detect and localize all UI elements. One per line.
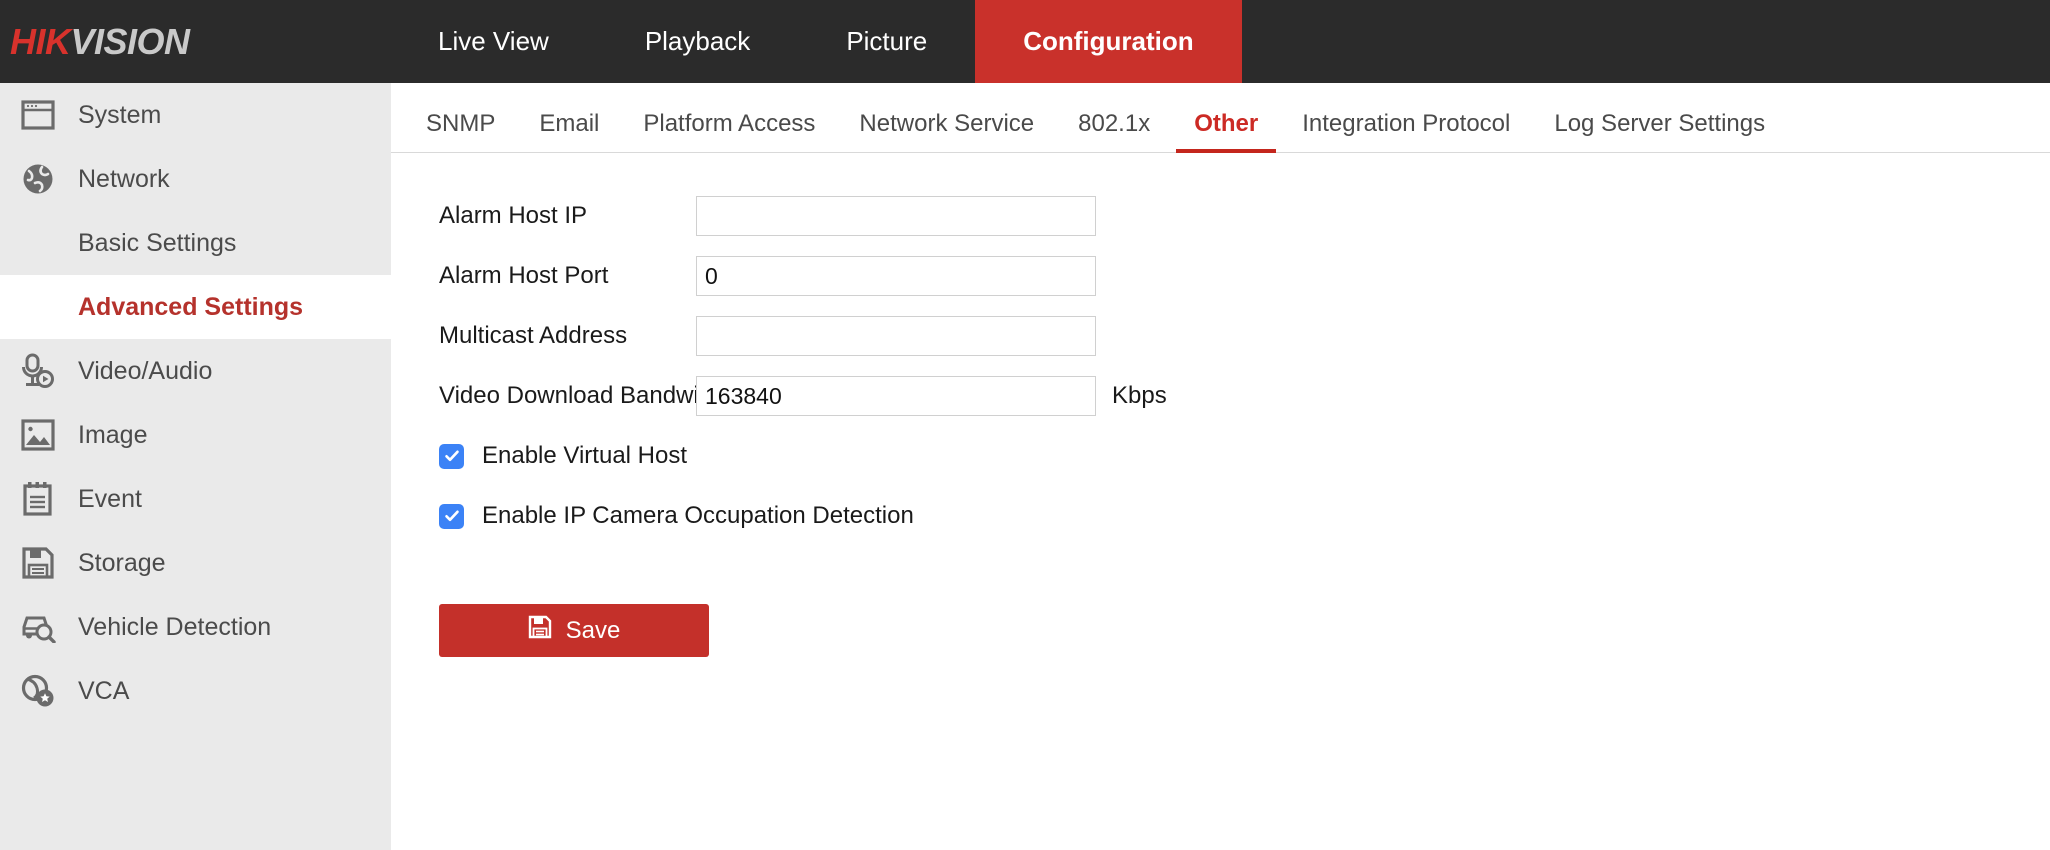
sidebar-item-network[interactable]: Network	[0, 147, 391, 211]
top-bar: HIKVISION Live View Playback Picture Con…	[0, 0, 2050, 83]
vca-icon	[16, 669, 60, 713]
alarm-host-ip-input[interactable]	[696, 196, 1096, 236]
checkbox-row-enable-ip-camera-occupation-detection: Enable IP Camera Occupation Detection	[391, 486, 2050, 546]
globe-icon	[16, 157, 60, 201]
topnav-item-configuration[interactable]: Configuration	[975, 0, 1241, 83]
sidebar: System Network Basic Settings Advanced S…	[0, 83, 391, 850]
sidebar-item-basic-settings[interactable]: Basic Settings	[0, 211, 391, 275]
sidebar-item-event[interactable]: Event	[0, 467, 391, 531]
vehicle-search-icon	[16, 605, 60, 649]
microphone-play-icon	[16, 349, 60, 393]
logo-vision-text: VISION	[71, 21, 190, 62]
floppy-disk-icon	[528, 615, 552, 646]
label-enable-ip-camera-occupation-detection: Enable IP Camera Occupation Detection	[482, 502, 914, 530]
sidebar-item-image[interactable]: Image	[0, 403, 391, 467]
tab-platform-access[interactable]: Platform Access	[621, 96, 837, 152]
sidebar-item-label-video-audio: Video/Audio	[78, 357, 212, 386]
sidebar-item-label-basic-settings: Basic Settings	[78, 229, 236, 258]
topnav-item-playback[interactable]: Playback	[597, 0, 799, 83]
tab-network-service[interactable]: Network Service	[837, 96, 1056, 152]
sidebar-item-label-network: Network	[78, 165, 170, 194]
picture-icon	[16, 413, 60, 457]
form-row-alarm-host-port: Alarm Host Port	[391, 246, 2050, 306]
main-content: SNMP Email Platform Access Network Servi…	[391, 83, 2050, 850]
video-download-bandwidth-input[interactable]	[696, 376, 1096, 416]
notepad-icon	[16, 477, 60, 521]
tab-other[interactable]: Other	[1172, 96, 1280, 152]
checkmark-icon	[443, 447, 461, 465]
checkbox-row-enable-virtual-host: Enable Virtual Host	[391, 426, 2050, 486]
sidebar-item-label-storage: Storage	[78, 549, 166, 578]
sidebar-item-label-vca: VCA	[78, 677, 129, 706]
form-row-alarm-host-ip: Alarm Host IP	[391, 186, 2050, 246]
topnav-item-live-view[interactable]: Live View	[390, 0, 597, 83]
topnav-item-picture[interactable]: Picture	[798, 0, 975, 83]
sidebar-item-label-event: Event	[78, 485, 142, 514]
enable-virtual-host-checkbox[interactable]	[439, 444, 464, 469]
sidebar-item-system[interactable]: System	[0, 83, 391, 147]
label-multicast-address: Multicast Address	[391, 322, 696, 350]
label-enable-virtual-host: Enable Virtual Host	[482, 442, 687, 470]
floppy-disk-icon	[16, 541, 60, 585]
form-row-multicast-address: Multicast Address	[391, 306, 2050, 366]
tab-bar: SNMP Email Platform Access Network Servi…	[391, 83, 2050, 153]
other-settings-form: Alarm Host IP Alarm Host Port Multicast …	[391, 153, 2050, 657]
multicast-address-input[interactable]	[696, 316, 1096, 356]
logo-hik-text: HIK	[10, 21, 71, 62]
sidebar-item-label-image: Image	[78, 421, 147, 450]
tab-log-server-settings[interactable]: Log Server Settings	[1532, 96, 1787, 152]
tab-snmp[interactable]: SNMP	[404, 96, 517, 152]
top-navigation: Live View Playback Picture Configuration	[390, 0, 1242, 83]
sidebar-item-label-advanced-settings: Advanced Settings	[78, 293, 303, 322]
sidebar-item-video-audio[interactable]: Video/Audio	[0, 339, 391, 403]
enable-ip-camera-occupation-detection-checkbox[interactable]	[439, 504, 464, 529]
alarm-host-port-input[interactable]	[696, 256, 1096, 296]
save-button-container: Save	[391, 546, 2050, 657]
save-button[interactable]: Save	[439, 604, 709, 657]
tab-integration-protocol[interactable]: Integration Protocol	[1280, 96, 1532, 152]
sidebar-item-storage[interactable]: Storage	[0, 531, 391, 595]
save-button-label: Save	[566, 617, 621, 645]
form-row-video-download-bandwidth: Video Download Bandwidth Kbps	[391, 366, 2050, 426]
label-alarm-host-port: Alarm Host Port	[391, 262, 696, 290]
sidebar-item-label-vehicle-detection: Vehicle Detection	[78, 613, 271, 642]
checkmark-icon	[443, 507, 461, 525]
label-video-download-bandwidth: Video Download Bandwidth	[391, 382, 696, 410]
hikvision-logo: HIKVISION	[0, 0, 390, 83]
tab-email[interactable]: Email	[517, 96, 621, 152]
sidebar-item-vca[interactable]: VCA	[0, 659, 391, 723]
sidebar-item-label-system: System	[78, 101, 161, 130]
label-alarm-host-ip: Alarm Host IP	[391, 202, 696, 230]
tab-802-1x[interactable]: 802.1x	[1056, 96, 1172, 152]
sidebar-item-advanced-settings[interactable]: Advanced Settings	[0, 275, 391, 339]
window-icon	[16, 93, 60, 137]
sidebar-item-vehicle-detection[interactable]: Vehicle Detection	[0, 595, 391, 659]
logo-text: HIKVISION	[10, 21, 190, 63]
unit-kbps: Kbps	[1112, 382, 1167, 410]
